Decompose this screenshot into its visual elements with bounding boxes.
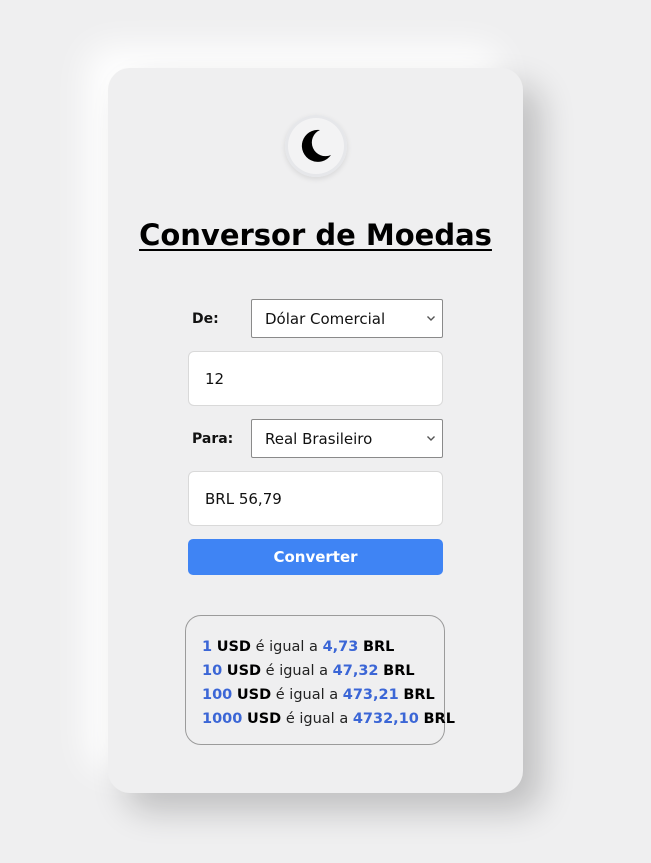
from-label: De: <box>192 311 219 327</box>
rate-value: 4,73 <box>322 639 359 655</box>
rate-row: 1000 USD é igual a 4732,10 BRL <box>202 707 455 731</box>
page-title: Conversor de Moedas <box>139 218 492 252</box>
amount-value: 12 <box>205 369 225 388</box>
rate-value: 473,21 <box>342 687 399 703</box>
from-currency-select[interactable]: Dólar Comercial <box>251 299 443 338</box>
rate-from-currency: USD <box>246 711 282 727</box>
to-currency-value: Real Brasileiro <box>265 429 373 448</box>
rate-from-currency: USD <box>226 663 262 679</box>
to-label: Para: <box>192 431 234 447</box>
rate-to-currency: BRL <box>423 711 455 727</box>
rate-text: é igual a <box>285 711 349 727</box>
rate-value: 47,32 <box>332 663 379 679</box>
rate-to-currency: BRL <box>362 639 395 655</box>
rate-amount: 1 <box>202 639 213 655</box>
rate-value: 4732,10 <box>352 711 419 727</box>
rates-table: 1 USD é igual a 4,73 BRL 10 USD é igual … <box>185 615 455 745</box>
moon-icon <box>301 129 331 162</box>
amount-input[interactable]: 12 <box>188 351 443 406</box>
chevron-down-icon <box>427 316 435 321</box>
to-currency-select[interactable]: Real Brasileiro <box>251 419 443 458</box>
rate-row: 100 USD é igual a 473,21 BRL <box>202 683 444 707</box>
result-field[interactable]: BRL 56,79 <box>188 471 443 526</box>
rate-amount: 10 <box>202 663 223 679</box>
rate-text: é igual a <box>255 639 318 655</box>
result-value: BRL 56,79 <box>205 489 282 508</box>
rate-text: é igual a <box>275 687 339 703</box>
rate-to-currency: BRL <box>383 663 415 679</box>
theme-toggle-button[interactable] <box>285 115 347 177</box>
rate-amount: 1000 <box>202 711 243 727</box>
rate-from-currency: USD <box>216 639 251 655</box>
chevron-down-icon <box>427 436 435 441</box>
from-currency-value: Dólar Comercial <box>265 309 386 328</box>
rate-text: é igual a <box>265 663 329 679</box>
rate-row: 10 USD é igual a 47,32 BRL <box>202 659 444 683</box>
rate-to-currency: BRL <box>403 687 435 703</box>
rate-from-currency: USD <box>236 687 272 703</box>
rate-row: 1 USD é igual a 4,73 BRL <box>202 635 444 659</box>
convert-button[interactable]: Converter <box>188 539 443 575</box>
rate-amount: 100 <box>202 687 233 703</box>
